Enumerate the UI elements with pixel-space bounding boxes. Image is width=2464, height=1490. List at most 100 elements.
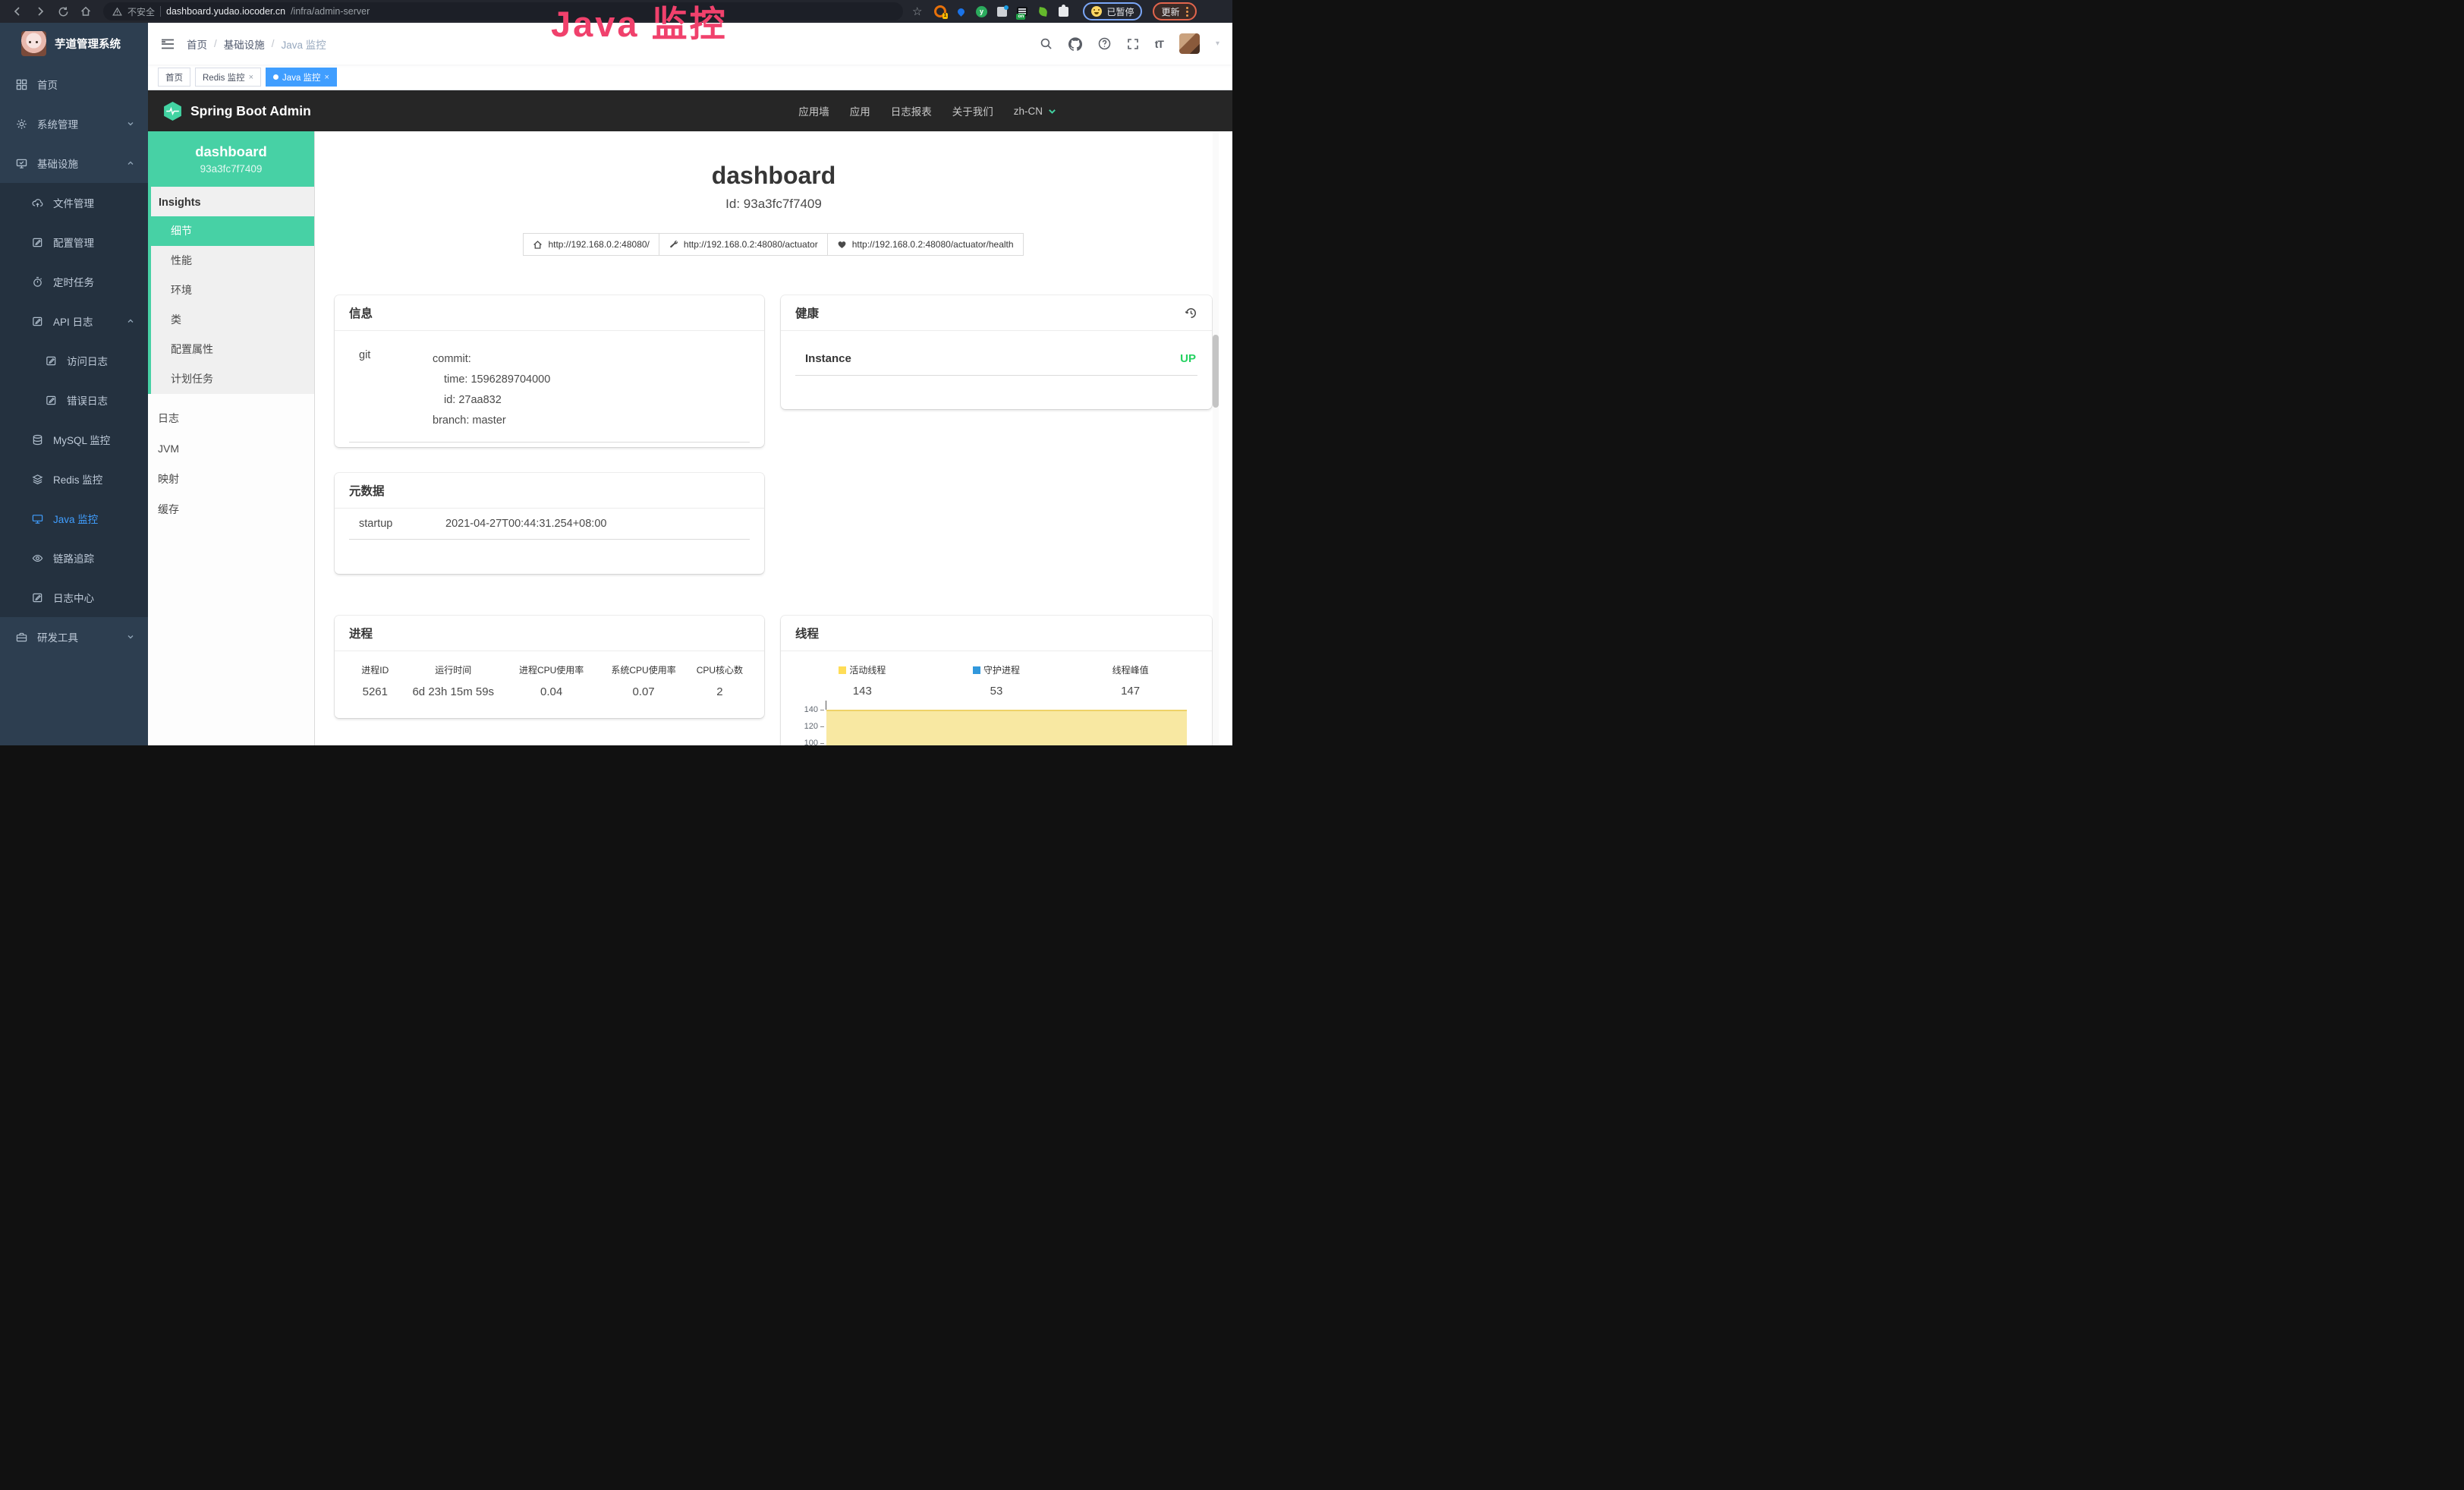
sba-nav-journal[interactable]: 日志报表 — [891, 103, 932, 118]
main-sidebar: 芋道管理系统 首页 系统管理 基础设施 文件管理 — [0, 23, 148, 745]
sba-locale-select[interactable]: zh-CN — [1014, 106, 1057, 117]
sidebar-item-mysql-monitor[interactable]: MySQL 监控 — [0, 420, 148, 459]
sidebar-item-dev-tools[interactable]: 研发工具 — [0, 617, 148, 657]
search-icon[interactable] — [1040, 37, 1053, 50]
database-icon — [32, 434, 43, 446]
app-logo-row[interactable]: 芋道管理系统 — [0, 23, 148, 65]
home-icon — [80, 5, 92, 17]
browser-forward-button[interactable] — [30, 2, 50, 20]
tab-home[interactable]: 首页 — [158, 68, 190, 87]
sba-instance-header[interactable]: dashboard 93a3fc7f7409 — [148, 131, 314, 187]
info-card: 信息 git commit: time: 1596289704000 id: 2… — [335, 295, 764, 447]
hamburger-icon[interactable] — [161, 38, 175, 50]
browser-profile-chip[interactable]: 已暂停 — [1083, 2, 1142, 20]
tab-java-monitor[interactable]: Java 监控 × — [266, 68, 337, 87]
process-header: 进程ID — [349, 663, 401, 676]
bookmark-star-icon[interactable]: ☆ — [912, 5, 922, 18]
font-size-icon[interactable]: tT — [1155, 38, 1163, 50]
instance-title: dashboard — [315, 162, 1232, 190]
sidebar-item-trace[interactable]: 链路追踪 — [0, 538, 148, 578]
process-value: 6d 23h 15m 59s — [401, 685, 505, 698]
tab-redis-monitor[interactable]: Redis 监控 × — [195, 68, 261, 87]
legend-label: 线程峰值 — [1112, 663, 1149, 676]
sidebar-item-config-manage[interactable]: 配置管理 — [0, 222, 148, 262]
sba-menu-caches[interactable]: 缓存 — [148, 494, 314, 524]
sidebar-item-label: 系统管理 — [37, 116, 78, 131]
sidebar-item-label: Redis 监控 — [53, 471, 102, 487]
extension-puzzle-icon[interactable] — [1057, 5, 1069, 17]
sba-menu-classes[interactable]: 类 — [151, 305, 314, 335]
extension-list-icon[interactable]: on — [1016, 5, 1028, 17]
sidebar-item-access-log[interactable]: 访问日志 — [0, 341, 148, 380]
warning-triangle-icon — [112, 7, 122, 17]
sba-menu-scheduled-tasks[interactable]: 计划任务 — [151, 364, 314, 394]
legend-label: 守护进程 — [983, 663, 1020, 676]
metadata-value: 2021-04-27T00:44:31.254+08:00 — [445, 518, 606, 530]
sidebar-item-java-monitor[interactable]: Java 监控 — [0, 499, 148, 538]
tab-close-icon[interactable]: × — [249, 73, 253, 82]
metadata-card-title: 元数据 — [349, 482, 385, 499]
tab-close-icon[interactable]: × — [325, 73, 329, 82]
sba-nav-wallboard[interactable]: 应用墙 — [798, 103, 829, 118]
history-icon[interactable] — [1185, 307, 1197, 320]
scrollbar-thumb[interactable] — [1213, 335, 1219, 408]
extension-refresh-icon[interactable]: 1 — [934, 5, 946, 17]
extension-bar: 1 y on — [934, 5, 1069, 17]
security-label: 不安全 — [127, 5, 155, 18]
health-url-button[interactable]: http://192.168.0.2:48080/actuator/health — [827, 233, 1024, 256]
browser-update-button[interactable]: 更新 — [1153, 2, 1197, 20]
sba-menu-environment[interactable]: 环境 — [151, 276, 314, 305]
browser-back-button[interactable] — [8, 2, 27, 20]
github-icon[interactable] — [1068, 37, 1082, 51]
sidebar-item-scheduled-jobs[interactable]: 定时任务 — [0, 262, 148, 301]
sba-menu-mappings[interactable]: 映射 — [148, 464, 314, 494]
breadcrumb-infra[interactable]: 基础设施 — [224, 36, 265, 52]
help-icon[interactable] — [1098, 37, 1111, 50]
y-tickmark — [820, 726, 824, 727]
sba-insights-group: Insights 细节 性能 环境 类 配置属性 计划任务 — [148, 187, 314, 394]
sidebar-item-error-log[interactable]: 错误日志 — [0, 380, 148, 420]
health-status-badge: UP — [1180, 352, 1196, 365]
sba-menu-details[interactable]: 细节 — [151, 216, 314, 246]
sba-insights-label: Insights — [151, 187, 314, 216]
chevron-down-icon — [1047, 106, 1057, 116]
sba-nav-applications[interactable]: 应用 — [850, 103, 870, 118]
sidebar-item-redis-monitor[interactable]: Redis 监控 — [0, 459, 148, 499]
sba-menu-logs[interactable]: 日志 — [148, 403, 314, 433]
legend-yellow-swatch — [839, 666, 846, 674]
sba-brand[interactable]: Spring Boot Admin — [162, 101, 311, 121]
extension-leaf-icon[interactable] — [1037, 5, 1049, 17]
sba-instance-name: dashboard — [195, 143, 267, 160]
user-avatar[interactable] — [1179, 33, 1200, 54]
chevron-up-icon — [126, 317, 135, 326]
process-card: 进程 进程ID 5261 运行时间 6d 23h 15m 59 — [335, 616, 764, 718]
browser-reload-button[interactable] — [53, 2, 73, 20]
sba-menu-config-props[interactable]: 配置属性 — [151, 335, 314, 364]
extension-pin-icon[interactable] — [955, 5, 967, 17]
actuator-url-button[interactable]: http://192.168.0.2:48080/actuator — [659, 233, 828, 256]
sba-nav-about[interactable]: 关于我们 — [952, 103, 993, 118]
address-bar[interactable]: 不安全 dashboard.yudao.iocoder.cn/infra/adm… — [103, 2, 903, 20]
user-caret-icon[interactable]: ▾ — [1216, 39, 1219, 48]
sba-menu-metrics[interactable]: 性能 — [151, 246, 314, 276]
sba-menu-jvm[interactable]: JVM — [148, 433, 314, 464]
sidebar-item-home[interactable]: 首页 — [0, 65, 148, 104]
extension-grid-icon[interactable] — [996, 5, 1008, 17]
sidebar-item-infra[interactable]: 基础设施 — [0, 143, 148, 183]
sidebar-item-api-log[interactable]: API 日志 — [0, 301, 148, 341]
threads-legend: 活动线程 143 守护进程 53 线程峰值 14 — [795, 663, 1197, 698]
sidebar-item-system[interactable]: 系统管理 — [0, 104, 148, 143]
service-url-button[interactable]: http://192.168.0.2:48080/ — [523, 233, 659, 256]
content-scrollbar[interactable] — [1213, 131, 1219, 745]
browser-home-button[interactable] — [76, 2, 96, 20]
git-id-line: id: 27aa832 — [433, 390, 550, 411]
breadcrumb-home[interactable]: 首页 — [187, 36, 207, 52]
process-col-sys-cpu: 系统CPU使用率 0.07 — [597, 663, 689, 698]
sidebar-item-log-center[interactable]: 日志中心 — [0, 578, 148, 617]
sidebar-item-file-manage[interactable]: 文件管理 — [0, 183, 148, 222]
browser-menu-icon[interactable] — [1186, 11, 1188, 13]
git-commit-line: commit: — [433, 349, 550, 370]
fullscreen-icon[interactable] — [1127, 38, 1139, 50]
extension-y-icon[interactable]: y — [975, 5, 987, 17]
sba-hexagon-logo-icon — [162, 101, 183, 121]
